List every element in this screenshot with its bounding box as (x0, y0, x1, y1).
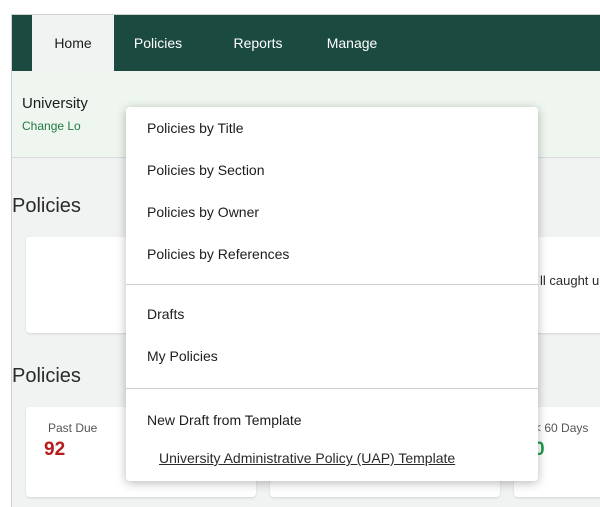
tab-policies[interactable]: Policies (118, 15, 198, 71)
menu-item-policies-by-references[interactable]: Policies by References (147, 246, 289, 262)
menu-item-my-policies[interactable]: My Policies (147, 348, 218, 364)
tab-manage[interactable]: Manage (314, 15, 390, 71)
menu-item-uap-template[interactable]: University Administrative Policy (UAP) T… (159, 450, 455, 466)
menu-item-policies-by-title[interactable]: Policies by Title (147, 120, 243, 136)
tab-home[interactable]: Home (32, 15, 114, 71)
caught-up-text: ll caught u (540, 273, 600, 288)
past-due-value: 92 (44, 439, 66, 460)
section-title-policies-stats: Policies (12, 365, 81, 387)
past-due-label: Past Due (48, 421, 98, 435)
sixty-days-label: < 60 Days (534, 421, 589, 435)
site-name: University (22, 95, 88, 112)
top-nav: Home Policies Reports Manage (12, 15, 600, 71)
menu-divider (126, 284, 538, 285)
menu-item-policies-by-owner[interactable]: Policies by Owner (147, 204, 259, 220)
menu-heading-new-draft-from-template: New Draft from Template (147, 412, 302, 428)
app-frame: Home Policies Reports Manage University … (11, 14, 600, 507)
policies-dropdown-menu: Policies by Title Policies by Section Po… (126, 107, 538, 481)
menu-item-policies-by-section[interactable]: Policies by Section (147, 162, 265, 178)
change-location-link[interactable]: Change Lo (22, 119, 81, 133)
tab-reports[interactable]: Reports (220, 15, 296, 71)
menu-divider (126, 388, 538, 389)
menu-item-drafts[interactable]: Drafts (147, 306, 184, 322)
section-title-policies: Policies (12, 195, 81, 217)
